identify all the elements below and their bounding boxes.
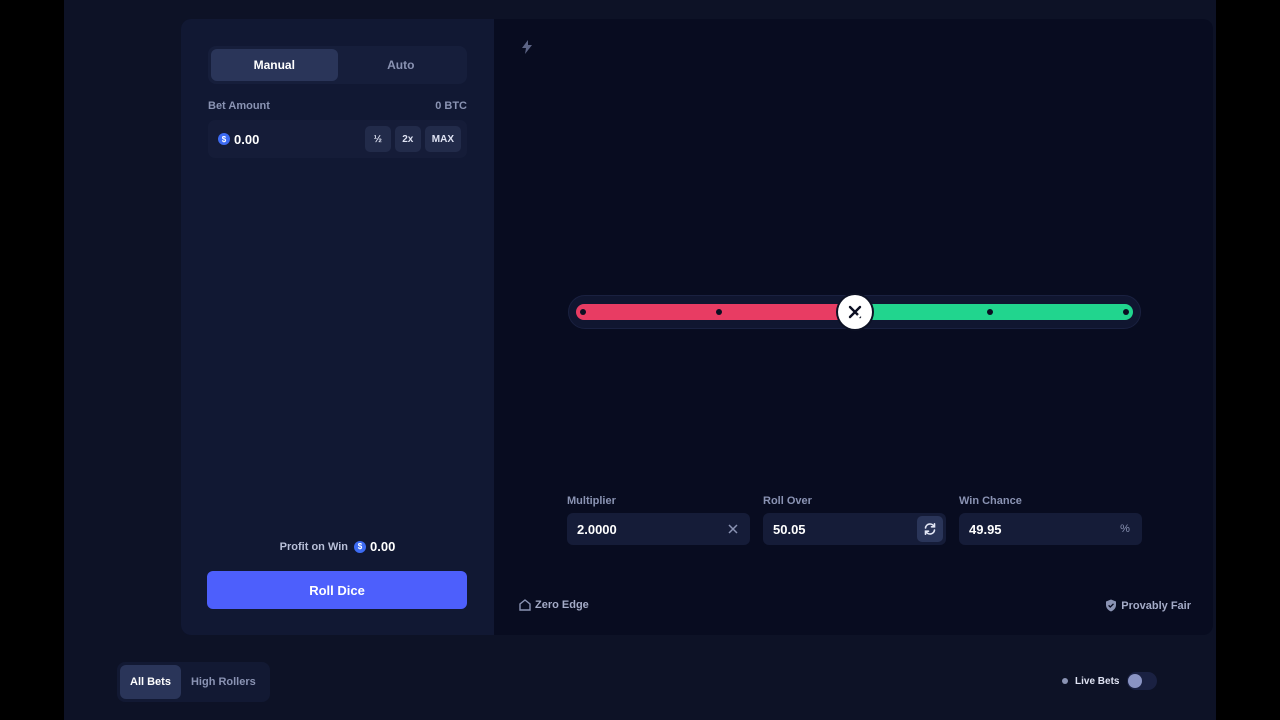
roll-slider[interactable] (568, 295, 1141, 329)
live-bets-toggle: Live Bets (1062, 672, 1158, 690)
toggle-knob (1128, 674, 1143, 688)
multiplier-field: Multiplier 2.0000 (567, 495, 750, 545)
max-bet-button[interactable]: MAX (424, 126, 461, 152)
bet-balance: 0 BTC (435, 100, 467, 112)
tab-auto[interactable]: Auto (338, 49, 465, 81)
bet-amount-header: Bet Amount 0 BTC (208, 100, 467, 112)
shield-check-icon (1106, 599, 1117, 612)
live-bets-label: Live Bets (1075, 675, 1120, 687)
dice-icon (848, 305, 861, 319)
tab-high-rollers[interactable]: High Rollers (181, 665, 266, 699)
mode-switch: Manual Auto (208, 46, 467, 84)
roll-settings: Multiplier 2.0000 Roll Over 50.05 Win Ch… (567, 495, 1142, 545)
dice-game: Manual Auto Bet Amount 0 BTC $ 0.00 ½ 2x… (181, 19, 1213, 635)
provably-fair-label: Provably Fair (1121, 599, 1191, 612)
profit-value: 0.00 (370, 539, 396, 554)
dollar-coin-icon: $ (218, 133, 230, 145)
roll-dice-button[interactable]: Roll Dice (207, 571, 467, 609)
x-icon (724, 520, 742, 538)
win-range (854, 304, 1133, 320)
dollar-coin-icon: $ (354, 540, 367, 553)
bet-amount-input[interactable]: $ 0.00 ½ 2x MAX (208, 120, 467, 158)
tab-all-bets[interactable]: All Bets (120, 665, 181, 699)
live-indicator-icon (1062, 678, 1068, 684)
win-chance-field: Win Chance 49.95 % (959, 495, 1142, 545)
percent-icon: % (1120, 523, 1130, 535)
lightning-icon[interactable] (521, 40, 533, 54)
profit-label: Profit on Win (279, 540, 349, 553)
multiplier-value[interactable]: 2.0000 (577, 522, 724, 537)
app-frame: Manual Auto Bet Amount 0 BTC $ 0.00 ½ 2x… (64, 0, 1216, 720)
slider-tick-dot (1123, 309, 1129, 315)
half-bet-button[interactable]: ½ (364, 126, 391, 152)
zero-edge-link[interactable]: Zero Edge (519, 599, 589, 611)
roll-over-label: Roll Over (763, 495, 812, 507)
win-chance-value[interactable]: 49.95 (969, 522, 1116, 537)
slider-tick-dot (715, 309, 722, 315)
bets-tabs: All Bets High Rollers (117, 662, 270, 702)
roll-over-value[interactable]: 50.05 (773, 522, 917, 537)
roll-over-input[interactable]: 50.05 (763, 513, 946, 545)
provably-fair-link[interactable]: Provably Fair (1105, 599, 1191, 612)
slider-tick-dot (580, 309, 586, 315)
swap-arrows-icon[interactable] (917, 516, 943, 542)
bet-amount-value[interactable]: 0.00 (234, 132, 361, 147)
zero-edge-label: Zero Edge (535, 599, 589, 611)
multiplier-input[interactable]: 2.0000 (567, 513, 750, 545)
bet-panel: Manual Auto Bet Amount 0 BTC $ 0.00 ½ 2x… (181, 19, 494, 635)
profit-on-win: Profit on Win $ 0.00 (208, 539, 467, 554)
tab-manual[interactable]: Manual (211, 49, 338, 81)
house-icon (519, 599, 531, 611)
win-chance-input[interactable]: 49.95 % (959, 513, 1142, 545)
live-bets-switch[interactable] (1127, 672, 1158, 690)
roll-over-field: Roll Over 50.05 (763, 495, 946, 545)
win-chance-label: Win Chance (959, 495, 1022, 507)
bet-amount-label: Bet Amount (208, 100, 270, 112)
multiplier-label: Multiplier (567, 495, 616, 507)
double-bet-button[interactable]: 2x (394, 126, 421, 152)
slider-handle[interactable] (837, 295, 872, 329)
